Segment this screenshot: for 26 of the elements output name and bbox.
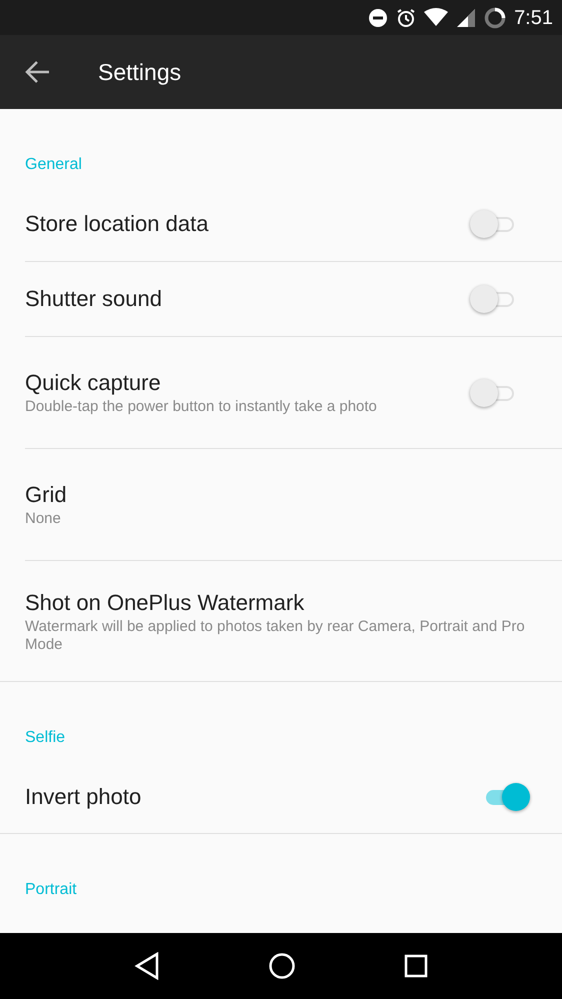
section-header: General [24, 155, 83, 175]
wifi-icon [424, 8, 448, 28]
signal-icon [456, 8, 476, 28]
toolbar-title: Settings [98, 58, 182, 87]
do-not-disturb-icon [368, 8, 388, 28]
back-nav-button[interactable] [134, 952, 160, 980]
status-time: 7:51 [514, 6, 553, 30]
loading-ring-icon [484, 6, 506, 28]
home-nav-button[interactable] [268, 952, 296, 980]
setting-summary: Watermark will be applied to photos taken by rear Camera, Portrait and Pro Mode [25, 618, 526, 654]
section-header: Portrait [24, 880, 78, 900]
setting-title: Quick capture [25, 369, 162, 397]
alarm-icon [396, 8, 416, 28]
setting-title: Shot on OnePlus Watermark [25, 588, 306, 616]
triangle-back-icon [134, 952, 160, 980]
setting-title: Invert photo [25, 782, 142, 810]
setting-title: Shutter sound [25, 285, 163, 313]
back-arrow-icon [25, 60, 51, 84]
section-header: Selfie [24, 728, 66, 748]
circle-home-icon [268, 952, 296, 980]
setting-title: Grid [25, 481, 68, 509]
setting-title: Store location data [25, 210, 210, 238]
setting-summary: Double-tap the power button to instantly take a photo [25, 398, 378, 416]
setting-summary: None [25, 510, 62, 528]
recents-nav-button[interactable] [404, 954, 428, 978]
square-recents-icon [404, 954, 428, 978]
